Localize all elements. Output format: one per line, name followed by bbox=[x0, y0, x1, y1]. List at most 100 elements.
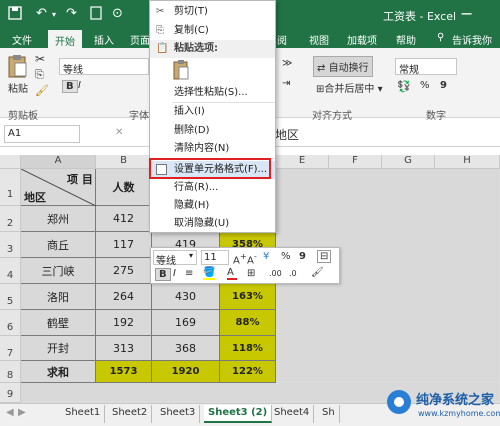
menu-item-copy[interactable]: ⎘ 复制(C) bbox=[150, 22, 275, 40]
row-header-7[interactable]: 7 bbox=[0, 336, 21, 361]
mini-comma-button[interactable]: 9 bbox=[299, 251, 306, 262]
column-header-g[interactable]: G bbox=[382, 155, 435, 169]
cell-region[interactable]: 郑州 bbox=[21, 206, 96, 232]
tab-file[interactable]: 文件 bbox=[12, 32, 32, 47]
sheet-tab[interactable]: Sh bbox=[318, 405, 340, 423]
row-header-1[interactable]: 1 bbox=[0, 169, 21, 206]
borders-icon[interactable]: ⊞ bbox=[247, 268, 255, 279]
sheet-tab[interactable]: Sheet2 bbox=[108, 405, 153, 423]
menu-item-paste-special[interactable]: 选择性粘贴(S)... bbox=[150, 84, 275, 102]
tab-review[interactable]: 阅 bbox=[277, 32, 287, 47]
cut-icon[interactable]: ✂ bbox=[35, 52, 45, 66]
cell-c[interactable]: 368 bbox=[152, 336, 220, 361]
customize-quick-access-icon[interactable]: ⊙ bbox=[112, 6, 123, 21]
column-header-f[interactable]: F bbox=[329, 155, 382, 169]
cell-d[interactable]: 88% bbox=[220, 310, 276, 336]
next-sheet-icon[interactable]: ▶ bbox=[14, 405, 30, 423]
decrease-decimal-icon[interactable]: .0 bbox=[289, 269, 297, 278]
menu-item-hide[interactable]: 隐藏(H) bbox=[150, 197, 275, 215]
copy-icon[interactable]: ⎘ bbox=[35, 68, 44, 82]
cell-people[interactable]: 275 bbox=[96, 258, 152, 284]
shrink-font-icon[interactable]: A- bbox=[247, 251, 257, 266]
orientation-icon[interactable]: ≫ bbox=[282, 58, 292, 69]
merge-icon[interactable]: ⊟ bbox=[317, 250, 332, 263]
formula-content[interactable]: 地区 bbox=[275, 126, 299, 143]
cell-region[interactable]: 鹤壁 bbox=[21, 310, 96, 336]
row-header-3[interactable]: 3 bbox=[0, 232, 21, 258]
tab-insert[interactable]: 插入 bbox=[94, 32, 114, 47]
cell-people[interactable]: 192 bbox=[96, 310, 152, 336]
row-header-4[interactable]: 4 bbox=[0, 258, 21, 284]
paste-option-button[interactable] bbox=[172, 60, 190, 81]
align-center-icon[interactable]: ≡ bbox=[185, 268, 193, 279]
cell-people[interactable]: 412 bbox=[96, 206, 152, 232]
currency-icon[interactable]: ¥ bbox=[263, 251, 269, 262]
paste-label[interactable]: 粘贴 bbox=[8, 80, 28, 95]
save-icon[interactable] bbox=[8, 6, 22, 24]
format-painter-icon[interactable]: 🖌 bbox=[311, 267, 324, 278]
increase-decimal-icon[interactable]: .00 bbox=[269, 269, 282, 278]
wrap-text-button[interactable]: ⇄ 自动换行 bbox=[313, 56, 373, 77]
menu-item-unhide[interactable]: 取消隐藏(U) bbox=[150, 215, 275, 233]
cell-people[interactable]: 313 bbox=[96, 336, 152, 361]
comma-button[interactable]: 9 bbox=[440, 80, 447, 91]
sheet-tab[interactable]: Sheet4 bbox=[270, 405, 315, 423]
currency-icon[interactable]: 💱 bbox=[397, 80, 411, 93]
tab-view[interactable]: 视图 bbox=[309, 32, 329, 47]
cell-total-d[interactable]: 122% bbox=[220, 361, 276, 383]
row-header-9[interactable]: 9 bbox=[0, 383, 21, 403]
menu-item-delete[interactable]: 删除(D) bbox=[150, 122, 275, 140]
percent-button[interactable]: % bbox=[420, 80, 430, 91]
sheet-tab[interactable]: Sheet3 bbox=[156, 405, 201, 423]
cell-region[interactable]: 三门峡 bbox=[21, 258, 96, 284]
undo-icon[interactable]: ↶ bbox=[36, 6, 47, 21]
row-header-6[interactable]: 6 bbox=[0, 310, 21, 336]
fill-color-icon[interactable]: 🪣 bbox=[203, 267, 215, 280]
cell-a1[interactable]: 项 目 地区 bbox=[21, 169, 96, 206]
cell-total-c[interactable]: 1920 bbox=[152, 361, 220, 383]
cell-people[interactable]: 117 bbox=[96, 232, 152, 258]
restore-icon[interactable]: − bbox=[460, 4, 473, 23]
cell-region[interactable]: 商丘 bbox=[21, 232, 96, 258]
sheet-tab-active[interactable]: Sheet3 (2) bbox=[204, 405, 273, 423]
mini-bold-button[interactable]: B bbox=[155, 268, 171, 281]
number-format-box[interactable]: 常规 bbox=[395, 58, 457, 76]
mini-font-dropdown-icon[interactable]: ▾ bbox=[189, 251, 193, 260]
mini-percent-button[interactable]: % bbox=[281, 251, 291, 262]
cell-total-label[interactable]: 求和 bbox=[21, 361, 96, 383]
cell-c[interactable]: 169 bbox=[152, 310, 220, 336]
row-header-5[interactable]: 5 bbox=[0, 284, 21, 310]
mini-italic-button[interactable]: I bbox=[173, 268, 176, 279]
indent-icon[interactable]: ⇥ bbox=[282, 78, 290, 89]
column-header-a[interactable]: A bbox=[21, 155, 96, 169]
tab-addins[interactable]: 加载项 bbox=[347, 32, 377, 47]
grow-font-icon[interactable]: A+ bbox=[233, 251, 247, 266]
row-header-8[interactable]: 8 bbox=[0, 361, 21, 383]
tab-help[interactable]: 帮助 bbox=[396, 32, 416, 47]
print-preview-icon[interactable] bbox=[90, 6, 102, 24]
tab-home[interactable]: 开始 bbox=[48, 30, 82, 48]
merge-center-button[interactable]: ⊞合并后居中 ▾ bbox=[316, 80, 383, 95]
bold-button[interactable]: B bbox=[62, 80, 78, 93]
cell-people[interactable]: 264 bbox=[96, 284, 152, 310]
cell-region[interactable]: 洛阳 bbox=[21, 284, 96, 310]
cell-b1[interactable]: 人数 bbox=[96, 169, 152, 206]
cell-region[interactable]: 开封 bbox=[21, 336, 96, 361]
italic-button[interactable]: I bbox=[78, 80, 81, 91]
select-all-corner[interactable] bbox=[0, 155, 21, 169]
name-box[interactable]: A1 bbox=[4, 125, 80, 143]
font-color-icon[interactable]: A bbox=[227, 267, 237, 280]
paste-icon[interactable] bbox=[6, 54, 28, 83]
cell-d[interactable]: 163% bbox=[220, 284, 276, 310]
format-painter-icon[interactable]: 🖌 bbox=[35, 84, 49, 97]
tab-page-layout[interactable]: 页面 bbox=[130, 32, 150, 47]
font-name-box[interactable]: 等线 bbox=[59, 58, 149, 76]
column-header-e[interactable]: E bbox=[276, 155, 329, 169]
column-header-b[interactable]: B bbox=[96, 155, 152, 169]
cancel-formula-icon[interactable]: ✕ bbox=[115, 127, 123, 138]
menu-item-row-height[interactable]: 行高(R)... bbox=[150, 179, 275, 197]
menu-item-insert[interactable]: 插入(I) bbox=[150, 103, 275, 121]
redo-icon[interactable]: ↷ bbox=[66, 6, 77, 21]
row-header-2[interactable]: 2 bbox=[0, 206, 21, 232]
menu-item-clear[interactable]: 清除内容(N) bbox=[150, 140, 275, 158]
